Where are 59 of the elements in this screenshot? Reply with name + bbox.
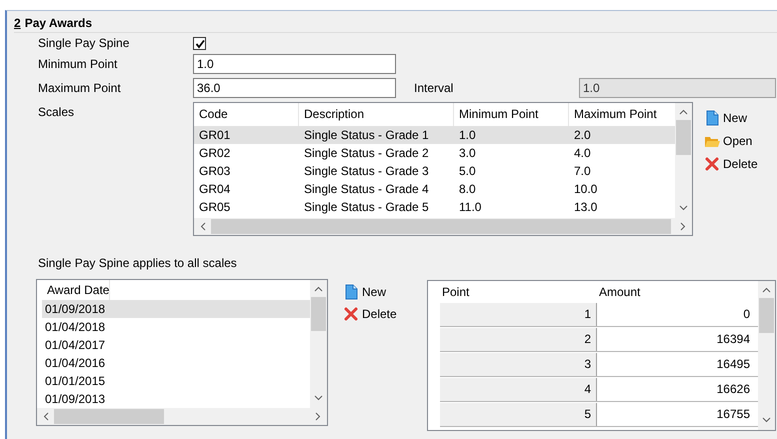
list-item[interactable]: 01/04/2018: [42, 318, 310, 336]
table-cell: 1: [440, 303, 597, 326]
delete-icon: [704, 156, 720, 172]
info-text: Single Pay Spine applies to all scales: [38, 256, 237, 270]
table-cell: 5: [440, 403, 597, 426]
table-cell: 3: [440, 353, 597, 376]
table-cell: 4: [440, 378, 597, 401]
table-cell-text: Single Status - Grade 2: [303, 146, 430, 160]
list-item[interactable]: 01/04/2016: [42, 354, 310, 372]
open-button[interactable]: Open: [704, 131, 758, 151]
input-field[interactable]: 36.0: [193, 78, 396, 98]
column-header[interactable]: Amount: [597, 281, 755, 303]
document-icon: [704, 110, 720, 126]
field-label: Maximum Point: [38, 80, 122, 97]
list-item[interactable]: 01/04/2017: [42, 336, 310, 354]
field-label: Minimum Point: [38, 56, 118, 73]
vertical-scrollbar[interactable]: [675, 103, 692, 218]
table-cell-text: GR02: [198, 146, 232, 160]
table-cell-text: Single Status - Grade 4: [303, 182, 430, 196]
table-cell-text: 7.0: [573, 164, 592, 178]
horizontal-scrollbar[interactable]: [194, 218, 692, 235]
input-field[interactable]: 1.0: [193, 54, 396, 74]
document-icon: [343, 284, 359, 300]
table-cell-text: GR01: [198, 128, 232, 142]
table-cell-text: 13.0: [573, 200, 598, 214]
section-title: Pay Awards: [24, 16, 92, 30]
table-cell-text: 2.0: [573, 128, 592, 142]
table-cell-text: Single Status - Grade 1: [303, 128, 430, 142]
column-header[interactable]: Point: [440, 281, 597, 303]
list-item[interactable]: 01/01/2015: [42, 372, 310, 390]
table-cell-text: 3.0: [458, 146, 477, 160]
new-button[interactable]: New: [704, 108, 758, 128]
table-cell-text: 1.0: [458, 128, 477, 142]
field-label: Single Pay Spine: [38, 36, 130, 50]
section-number: 2: [14, 16, 21, 30]
delete-icon: [343, 306, 359, 322]
field-label: Interval: [413, 80, 454, 97]
table-cell-text: 11.0: [458, 200, 482, 214]
delete-button[interactable]: Delete: [704, 154, 758, 174]
table-cell: 2: [440, 328, 597, 351]
table-cell-text: 4.0: [573, 146, 592, 160]
table-cell-text: Single Status - Grade 5: [303, 200, 430, 214]
checkbox[interactable]: [193, 37, 206, 50]
table-cell-text: 5.0: [458, 164, 477, 178]
vertical-scrollbar[interactable]: [310, 280, 327, 408]
vertical-scrollbar[interactable]: [758, 281, 775, 430]
horizontal-scrollbar[interactable]: [37, 408, 327, 425]
list-item[interactable]: 01/09/2018: [42, 300, 310, 318]
list-item[interactable]: 01/09/2013: [42, 390, 310, 408]
delete-button[interactable]: Delete: [343, 304, 413, 324]
table-cell-text: GR03: [198, 164, 232, 178]
table-cell-text: GR05: [198, 200, 232, 214]
new-button[interactable]: New: [343, 282, 413, 302]
table-cell-text: GR04: [198, 182, 232, 196]
field-label: Scales: [38, 104, 76, 121]
table-cell-text: 8.0: [458, 182, 477, 196]
input-field: 1.0: [579, 78, 776, 98]
table-cell-text: Single Status - Grade 3: [303, 164, 430, 178]
table-cell-text: 10.0: [573, 182, 598, 196]
